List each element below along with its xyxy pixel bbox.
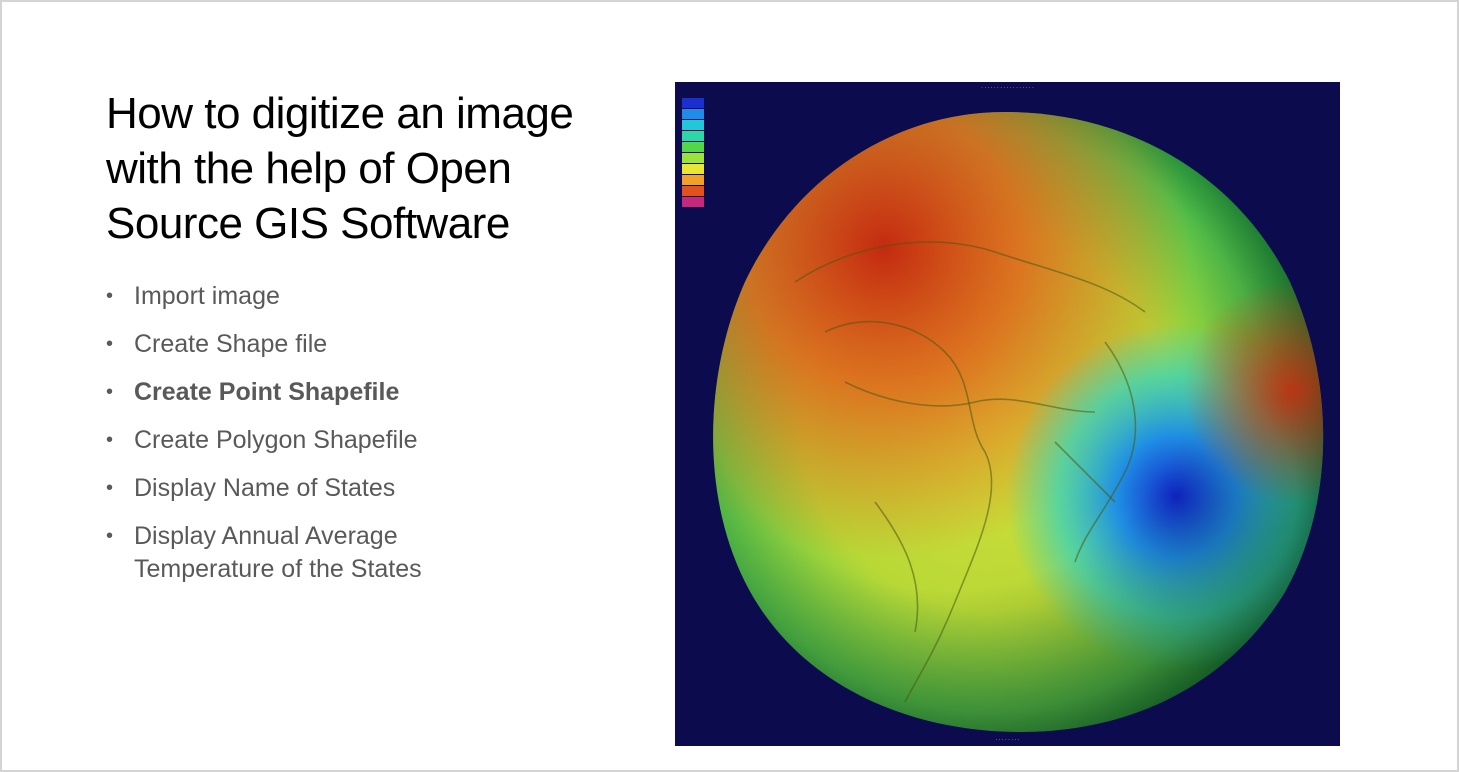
bullet-item: • Create Point Shapefile	[106, 376, 526, 409]
legend-swatch	[682, 197, 704, 207]
bullet-text: Create Point Shapefile	[134, 378, 400, 406]
bullet-text: Display Annual Average Temperature of th…	[134, 522, 422, 583]
color-legend	[682, 98, 704, 208]
legend-swatch	[682, 131, 704, 141]
bullet-item: • Display Annual Average Temperature of t…	[106, 520, 526, 586]
bullet-text: Display Name of States	[134, 474, 396, 502]
bullet-list: • Import image • Create Shape file • Create…	[106, 280, 526, 601]
bullet-dot-icon: •	[106, 381, 114, 403]
legend-swatch	[682, 186, 704, 196]
legend-swatch	[682, 153, 704, 163]
slide: How to digitize an image with the help o…	[0, 0, 1459, 772]
figure-header-text: · · · · · · · · · · · · · · · · ·	[981, 85, 1034, 91]
legend-swatch	[682, 109, 704, 119]
bullet-item: • Import image	[106, 280, 526, 313]
bullet-dot-icon: •	[106, 333, 114, 355]
bullet-text: Import image	[134, 282, 280, 310]
bullet-text: Create Polygon Shapefile	[134, 426, 418, 454]
geoid-globe-image: · · · · · · · · · · · · · · · · · · · · …	[675, 82, 1340, 746]
globe-graphic	[713, 112, 1324, 732]
bullet-dot-icon: •	[106, 285, 114, 307]
bullet-item: • Display Name of States	[106, 472, 526, 505]
legend-swatch	[682, 120, 704, 130]
legend-swatch	[682, 164, 704, 174]
legend-swatch	[682, 175, 704, 185]
bullet-item: • Create Polygon Shapefile	[106, 424, 526, 457]
globe-body	[713, 112, 1324, 732]
legend-swatch	[682, 98, 704, 108]
bullet-dot-icon: •	[106, 477, 114, 499]
bullet-dot-icon: •	[106, 429, 114, 451]
figure-footer-text: · · · · · · · ·	[995, 737, 1020, 743]
bullet-item: • Create Shape file	[106, 328, 526, 361]
bullet-text: Create Shape file	[134, 330, 328, 358]
legend-swatch	[682, 142, 704, 152]
slide-title: How to digitize an image with the help o…	[106, 89, 574, 248]
bullet-dot-icon: •	[106, 525, 114, 547]
